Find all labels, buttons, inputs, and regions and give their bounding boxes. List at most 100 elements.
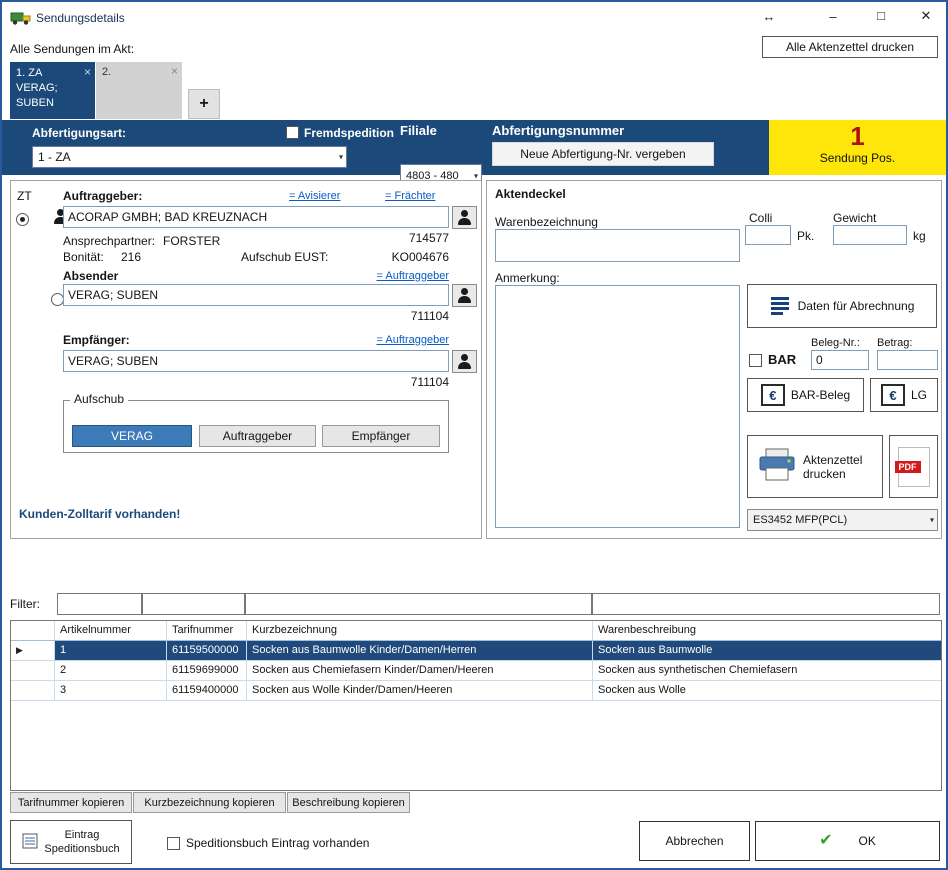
cancel-button[interactable]: Abbrechen bbox=[639, 821, 750, 861]
abfertigungsart-select[interactable]: 1 - ZA bbox=[32, 146, 347, 168]
col-header-warenbeschreibung[interactable]: Warenbeschreibung bbox=[593, 621, 941, 640]
col-header-kurzbezeichnung[interactable]: Kurzbezeichnung bbox=[247, 621, 593, 640]
row-selector-cell bbox=[11, 641, 55, 660]
aufschub-empfaenger-button[interactable]: Empfänger bbox=[322, 425, 440, 447]
ansprechpartner-value: FORSTER bbox=[163, 234, 220, 248]
cell-kurzbezeichnung: Socken aus Baumwolle Kinder/Damen/Herren bbox=[247, 641, 593, 660]
auftraggeber-lookup-button[interactable] bbox=[452, 206, 477, 229]
ok-button[interactable]: OK bbox=[755, 821, 940, 861]
abfertigungsart-label: Abfertigungsart: bbox=[32, 126, 126, 140]
shipments-in-file-label: Alle Sendungen im Akt: bbox=[10, 42, 134, 56]
kunden-zolltarif-note: Kunden-Zolltarif vorhanden! bbox=[19, 507, 180, 521]
colli-label: Colli bbox=[749, 211, 772, 225]
book-icon bbox=[22, 833, 38, 852]
table-row[interactable]: 2 61159699000 Socken aus Chemiefasern Ki… bbox=[11, 661, 941, 681]
cell-tarifnummer: 61159400000 bbox=[167, 681, 247, 700]
beleg-nr-input[interactable] bbox=[811, 350, 869, 370]
aufschub-verag-button[interactable]: VERAG bbox=[72, 425, 192, 447]
pdf-button[interactable]: PDF bbox=[889, 435, 938, 498]
colli-input[interactable] bbox=[745, 225, 791, 245]
absender-radio[interactable] bbox=[51, 293, 64, 306]
eintrag-speditionsbuch-button[interactable]: Eintrag Speditionsbuch bbox=[10, 820, 132, 864]
pdf-icon: PDF bbox=[898, 447, 930, 487]
betrag-input[interactable] bbox=[877, 350, 938, 370]
close-tab-icon[interactable] bbox=[84, 64, 91, 80]
new-abfertigungsnummer-button[interactable]: Neue Abfertigung-Nr. vergeben bbox=[492, 142, 714, 166]
bonitaet-label: Bonität: bbox=[63, 250, 104, 264]
gewicht-label: Gewicht bbox=[833, 211, 876, 225]
copy-beschreibung-button[interactable]: Beschreibung kopieren bbox=[287, 792, 410, 813]
aufschub-eust-value: KO004676 bbox=[361, 250, 449, 264]
absender-input[interactable] bbox=[63, 284, 449, 306]
beleg-nr-label: Beleg-Nr.: bbox=[811, 337, 860, 349]
warenbezeichnung-input[interactable] bbox=[495, 229, 740, 262]
filter-input-artikelnummer[interactable] bbox=[57, 593, 142, 615]
filiale-label: Filiale bbox=[400, 123, 437, 138]
empfaenger-lookup-button[interactable] bbox=[452, 350, 477, 373]
gewicht-input[interactable] bbox=[833, 225, 907, 245]
close-icon[interactable]: ✕ bbox=[915, 8, 937, 24]
table-row[interactable]: 3 61159400000 Socken aus Wolle Kinder/Da… bbox=[11, 681, 941, 701]
col-header-artikelnummer[interactable]: Artikelnummer bbox=[55, 621, 167, 640]
empfaenger-auftraggeber-link[interactable]: = Auftraggeber bbox=[349, 334, 449, 346]
app-logo-icon bbox=[10, 9, 32, 29]
fremdspedition-checkbox[interactable] bbox=[286, 126, 299, 139]
print-all-aktenzettel-button[interactable]: Alle Aktenzettel drucken bbox=[762, 36, 938, 58]
cell-tarifnummer: 61159699000 bbox=[167, 661, 247, 680]
euro-document-icon: € bbox=[881, 384, 905, 406]
fraechter-link[interactable]: = Frächter bbox=[385, 190, 435, 202]
euro-document-icon: € bbox=[761, 384, 785, 406]
filter-input-warenbeschreibung[interactable] bbox=[592, 593, 940, 615]
add-shipment-tab-button[interactable]: + bbox=[188, 89, 220, 119]
printer-value: ES3452 MFP(PCL) bbox=[753, 514, 847, 526]
empfaenger-input[interactable] bbox=[63, 350, 449, 372]
shipment-tab-1[interactable]: 1. ZA VERAG; SUBEN bbox=[10, 62, 95, 119]
minimize-icon[interactable]: – bbox=[822, 9, 844, 24]
billing-list-icon bbox=[770, 295, 790, 318]
anmerkung-textarea[interactable] bbox=[495, 285, 740, 528]
printer-select[interactable]: ES3452 MFP(PCL) bbox=[747, 509, 938, 531]
absender-auftraggeber-link[interactable]: = Auftraggeber bbox=[349, 270, 449, 282]
cell-warenbeschreibung: Socken aus Baumwolle bbox=[593, 641, 941, 660]
auftraggeber-radio[interactable] bbox=[16, 213, 29, 226]
lg-button[interactable]: € LG bbox=[870, 378, 938, 412]
bar-beleg-button[interactable]: € BAR-Beleg bbox=[747, 378, 864, 412]
shipment-tab-2[interactable]: 2. bbox=[96, 62, 182, 119]
absender-lookup-button[interactable] bbox=[452, 284, 477, 307]
sendungsdetails-window: Sendungsdetails ↔ – □ ✕ Alle Sendungen i… bbox=[0, 0, 948, 870]
aufschub-auftraggeber-button[interactable]: Auftraggeber bbox=[199, 425, 316, 447]
sendung-position-label: Sendung Pos. bbox=[769, 151, 946, 165]
col-header-tarifnummer[interactable]: Tarifnummer bbox=[167, 621, 247, 640]
copy-tarifnummer-button[interactable]: Tarifnummer kopieren bbox=[10, 792, 132, 813]
ok-label: OK bbox=[859, 834, 876, 848]
maximize-icon[interactable]: □ bbox=[870, 8, 892, 23]
tab1-line2: VERAG; bbox=[16, 81, 89, 96]
table-row[interactable]: 1 61159500000 Socken aus Baumwolle Kinde… bbox=[11, 641, 941, 661]
zt-label: ZT bbox=[17, 189, 32, 203]
cell-warenbeschreibung: Socken aus synthetischen Chemiefasern bbox=[593, 661, 941, 680]
parties-panel: ZT Auftraggeber: = Avisierer = Frächter … bbox=[10, 180, 482, 539]
avisierer-link[interactable]: = Avisierer bbox=[289, 190, 340, 202]
current-row-arrow-icon bbox=[16, 644, 23, 656]
copy-kurzbezeichnung-button[interactable]: Kurzbezeichnung kopieren bbox=[133, 792, 286, 813]
aktendeckel-panel: Aktendeckel Warenbezeichnung Anmerkung: … bbox=[486, 180, 942, 539]
cell-kurzbezeichnung: Socken aus Wolle Kinder/Damen/Heeren bbox=[247, 681, 593, 700]
auftraggeber-input[interactable] bbox=[63, 206, 449, 228]
row-selector-cell bbox=[11, 681, 55, 700]
filter-input-tarifnummer[interactable] bbox=[142, 593, 245, 615]
filter-input-kurzbezeichnung[interactable] bbox=[245, 593, 592, 615]
ansprechpartner-label: Ansprechpartner: bbox=[63, 234, 155, 248]
tab1-line1: 1. ZA bbox=[16, 66, 89, 81]
speditionsbuch-checkbox[interactable] bbox=[167, 837, 180, 850]
aktenzettel-drucken-button[interactable]: Aktenzettel drucken bbox=[747, 435, 883, 498]
restore-icon[interactable]: ↔ bbox=[758, 9, 780, 24]
fremdspedition-label: Fremdspedition bbox=[304, 126, 394, 140]
daten-fuer-abrechnung-button[interactable]: Daten für Abrechnung bbox=[747, 284, 937, 328]
printer-icon bbox=[757, 447, 797, 486]
aufschub-eust-label: Aufschub EUST: bbox=[241, 250, 328, 264]
cell-warenbeschreibung: Socken aus Wolle bbox=[593, 681, 941, 700]
close-tab-icon[interactable] bbox=[171, 64, 178, 78]
absender-label: Absender bbox=[63, 269, 118, 283]
pdf-icon-label: PDF bbox=[895, 461, 921, 473]
bar-checkbox[interactable] bbox=[749, 354, 762, 367]
